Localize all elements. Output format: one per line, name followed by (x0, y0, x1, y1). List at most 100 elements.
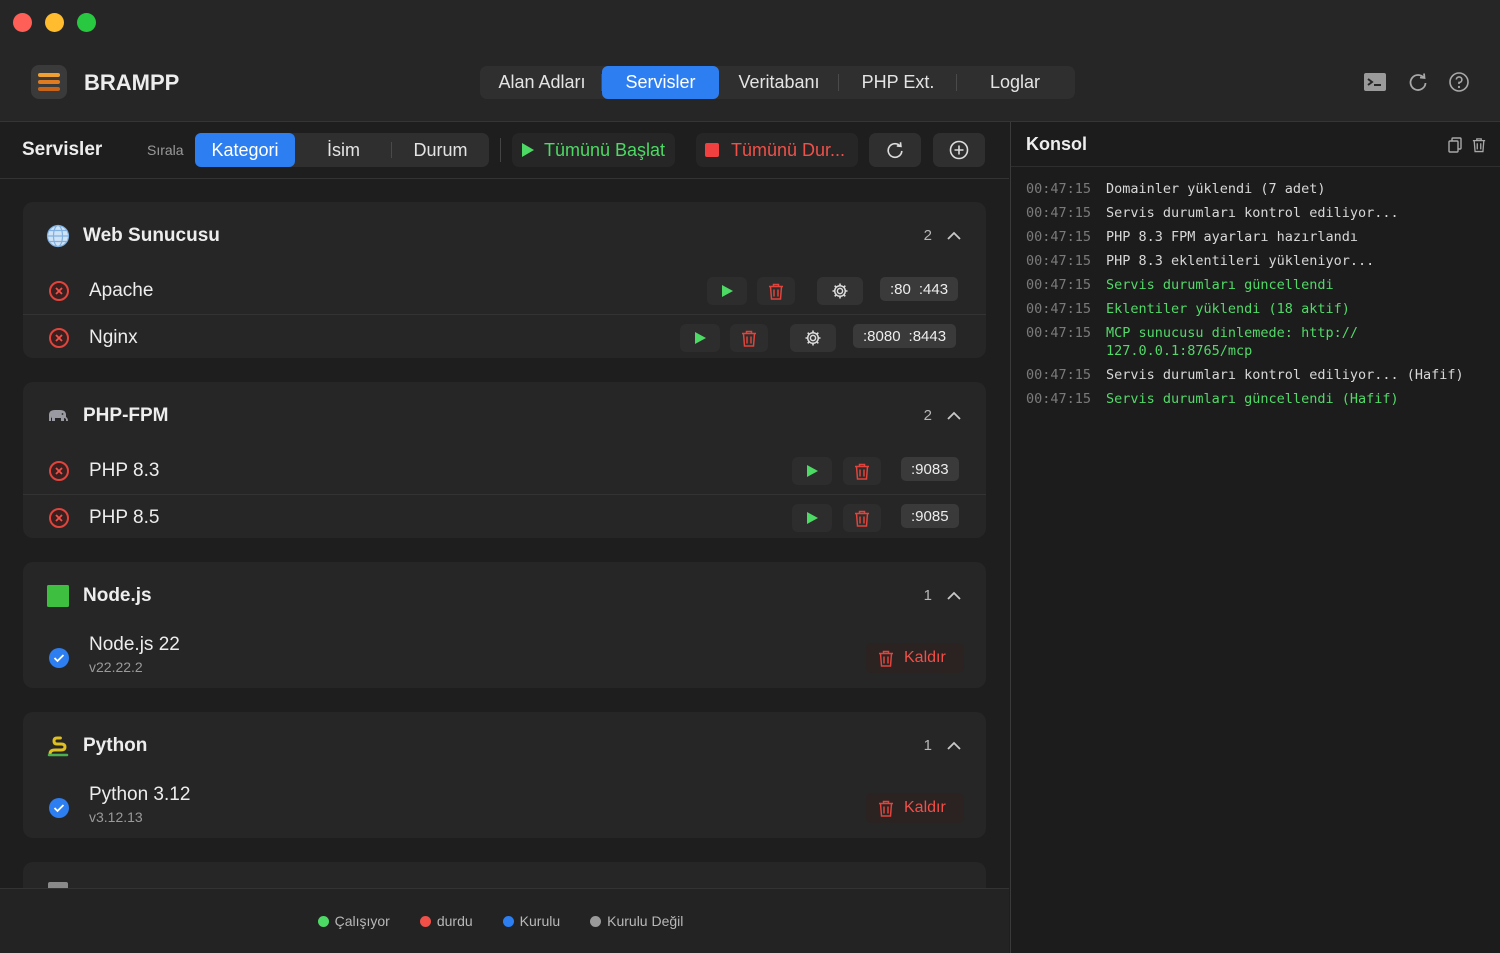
trash-icon (769, 283, 783, 300)
service-name: Node.js 22 (89, 634, 180, 655)
tab-php-ext[interactable]: PHP Ext. (839, 66, 957, 99)
service-row-nodejs-22: Node.js 22 v22.22.2 Kaldır (23, 634, 986, 686)
trash-icon (879, 650, 893, 667)
port-badge: :9083 (901, 457, 959, 481)
category-title: Web Sunucusu (83, 225, 220, 246)
service-row-apache: Apache :80:443 (23, 268, 986, 314)
gear-icon (832, 283, 848, 299)
start-service-button[interactable] (792, 504, 832, 532)
stopped-status-icon (49, 461, 69, 481)
terminal-icon[interactable] (1363, 71, 1387, 93)
category-title: Python (83, 735, 148, 756)
services-panel: Servisler Sırala Kategori İsim Durum Tüm… (0, 122, 1009, 953)
log-line: 00:47:15 Servis durumları güncellendi (Ha… (1026, 391, 1399, 407)
category-header[interactable]: Web Sunucusu 2 (23, 202, 986, 270)
legend-stopped: durdu (419, 913, 473, 929)
trash-icon (855, 510, 869, 527)
service-row-python-3-12: Python 3.12 v3.12.13 Kaldır (23, 784, 986, 836)
legend-running: Çalışıyor (317, 913, 390, 929)
services-toolbar: Servisler Sırala Kategori İsim Durum Tüm… (0, 122, 1009, 179)
delete-service-button[interactable] (757, 277, 795, 305)
category-header[interactable]: PHP-FPM 2 (23, 382, 986, 450)
start-all-button[interactable]: Tümünü Başlat (512, 133, 676, 167)
category-card-php-fpm: PHP-FPM 2 PHP 8.3 :9083 PHP 8.5 :9085 (23, 382, 986, 538)
play-icon (522, 143, 534, 157)
chevron-up-icon[interactable] (947, 739, 961, 753)
service-name: Nginx (89, 327, 138, 348)
trash-icon (742, 330, 756, 347)
elephant-icon (49, 410, 68, 421)
help-icon[interactable] (1448, 71, 1472, 93)
delete-service-button[interactable] (843, 457, 881, 485)
chevron-up-icon[interactable] (947, 589, 961, 603)
play-icon (806, 512, 818, 524)
refresh-services-button[interactable] (869, 133, 921, 167)
sort-segmented-control: Kategori İsim Durum (195, 133, 489, 167)
zoom-window-button[interactable] (77, 13, 96, 32)
category-title: PHP-FPM (83, 405, 169, 426)
snake-icon (47, 736, 69, 757)
category-header[interactable]: Node.js 1 (23, 562, 986, 630)
stopped-status-icon (49, 281, 69, 301)
category-card-python: Python 1 Python 3.12 v3.12.13 Kaldır (23, 712, 986, 838)
port-badge: :8080:8443 (853, 324, 957, 348)
legend-installed: Kurulu (502, 913, 560, 929)
log-line: 00:47:15 Servis durumları kontrol ediliyo… (1026, 367, 1464, 383)
title-bar: BRAMPP Alan Adları Servisler Veritabanı … (0, 0, 1500, 122)
log-line: 00:47:15 Servis durumları kontrol ediliyo… (1026, 205, 1399, 221)
delete-service-button[interactable] (730, 324, 768, 352)
service-name: Python 3.12 (89, 784, 191, 805)
trash-icon (855, 463, 869, 480)
add-service-button[interactable] (933, 133, 985, 167)
service-row-php-8-3: PHP 8.3 :9083 (23, 448, 986, 494)
category-count: 2 (923, 227, 932, 244)
category-header[interactable]: Python 1 (23, 712, 986, 780)
close-window-button[interactable] (13, 13, 32, 32)
refresh-icon (887, 142, 903, 159)
tab-servisler[interactable]: Servisler (602, 66, 719, 99)
start-service-button[interactable] (707, 277, 747, 305)
service-settings-button[interactable] (817, 277, 863, 305)
stop-icon (705, 143, 719, 157)
service-settings-button[interactable] (790, 324, 836, 352)
tab-loglar[interactable]: Loglar (957, 66, 1073, 99)
sort-label: Sırala (147, 142, 184, 158)
sort-durum[interactable]: Durum (392, 133, 489, 167)
category-card-partial (23, 862, 986, 888)
delete-service-button[interactable] (843, 504, 881, 532)
app-logo-icon (31, 65, 67, 99)
chevron-up-icon[interactable] (947, 229, 961, 243)
installed-status-icon (49, 648, 69, 668)
tab-alan-adlari[interactable]: Alan Adları (482, 66, 602, 99)
console-header: Konsol (1011, 122, 1500, 167)
chevron-up-icon[interactable] (947, 409, 961, 423)
clear-trash-icon[interactable] (1472, 137, 1486, 153)
remove-button[interactable]: Kaldır (866, 793, 964, 823)
console-log: 00:47:15 Domainler yüklendi (7 adet) 00:4… (1026, 180, 1496, 414)
service-version: v22.22.2 (89, 659, 143, 675)
app-title: BRAMPP (84, 70, 180, 95)
start-service-button[interactable] (792, 457, 832, 485)
main-tabs: Alan Adları Servisler Veritabanı PHP Ext… (480, 66, 1075, 99)
port-badge: :9085 (901, 504, 959, 528)
service-name: PHP 8.5 (89, 507, 160, 528)
play-icon (721, 285, 733, 297)
category-card-nodejs: Node.js 1 Node.js 22 v22.22.2 Kaldır (23, 562, 986, 688)
refresh-icon[interactable] (1407, 71, 1431, 93)
service-name: Apache (89, 280, 154, 301)
globe-icon (46, 224, 70, 248)
remove-button[interactable]: Kaldır (866, 643, 964, 673)
copy-icon[interactable] (1448, 137, 1462, 153)
stop-all-button[interactable]: Tümünü Dur... (696, 133, 858, 167)
minimize-window-button[interactable] (45, 13, 64, 32)
start-service-button[interactable] (680, 324, 720, 352)
service-row-nginx: Nginx :8080:8443 (23, 314, 986, 360)
category-title: Node.js (83, 585, 152, 606)
gear-icon (805, 330, 821, 346)
stopped-status-icon (49, 328, 69, 348)
toolbar-divider (500, 138, 501, 162)
tab-veritabani[interactable]: Veritabanı (719, 66, 839, 99)
sort-isim[interactable]: İsim (295, 133, 392, 167)
sort-kategori[interactable]: Kategori (195, 133, 295, 167)
category-count: 2 (923, 407, 932, 424)
